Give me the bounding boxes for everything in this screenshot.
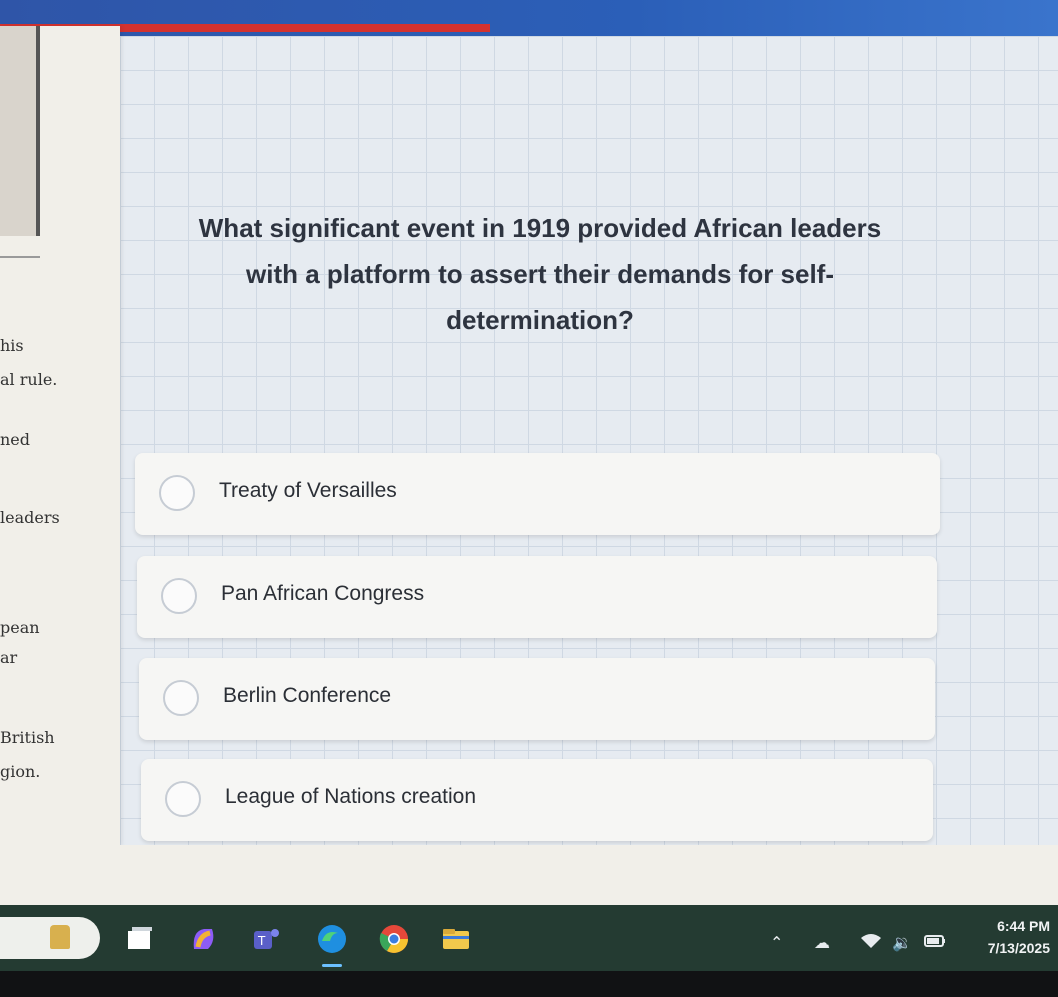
sidebar-text: gion. [0,762,41,781]
answer-option-3[interactable]: Berlin Conference [139,658,935,740]
edge-icon[interactable] [316,923,348,967]
footer-area [0,845,1058,905]
sidebar-text: al rule. [0,370,58,389]
search-box[interactable] [0,917,100,959]
weather-widget-icon[interactable] [50,925,70,949]
teams-icon[interactable]: T [250,923,282,955]
chrome-icon[interactable] [378,923,410,955]
question-text: What significant event in 1919 provided … [198,213,882,335]
svg-text:T: T [257,934,266,948]
volume-icon[interactable]: 🔉 [892,933,912,952]
answer-option-1[interactable]: Treaty of Versailles [135,453,940,535]
option-label: Pan African Congress [221,582,425,605]
radio-button[interactable] [163,680,199,716]
copilot-icon[interactable] [188,923,220,955]
sidebar-text: leaders [0,508,60,527]
system-clock[interactable]: 6:44 PM 7/13/2025 [988,915,1050,959]
chevron-up-icon[interactable]: ⌃ [770,933,783,952]
answer-option-2[interactable]: Pan African Congress [137,556,937,638]
sidebar-text: British [0,728,55,747]
clock-date: 7/13/2025 [987,940,1050,956]
battery-icon[interactable] [924,933,946,952]
task-view-icon[interactable] [124,923,156,955]
radio-button[interactable] [159,475,195,511]
option-label: Berlin Conference [223,684,392,707]
quiz-screen: his al rule. ned leaders pean ar British… [0,0,1058,905]
monitor-bezel [0,971,1058,997]
onedrive-icon[interactable]: ☁ [814,933,830,952]
option-label: League of Nations creation [225,785,477,808]
answer-option-4[interactable]: League of Nations creation [141,759,933,841]
wifi-icon[interactable] [860,933,882,953]
sidebar-text: ar [0,648,18,667]
option-label: Treaty of Versailles [219,479,397,502]
radio-button[interactable] [161,578,197,614]
sidebar-image [0,26,40,236]
sidebar-text: ned [0,430,31,449]
radio-button[interactable] [165,781,201,817]
windows-taskbar: T ⌃ ☁ 🔉 6:44 PM 7/13/2025 [0,905,1058,971]
sidebar-text: his [0,336,24,355]
file-explorer-icon[interactable] [440,923,472,955]
reading-sidebar: his al rule. ned leaders pean ar British… [0,26,120,846]
sidebar-text: pean [0,618,40,637]
clock-time: 6:44 PM [997,918,1050,934]
divider [0,256,40,258]
